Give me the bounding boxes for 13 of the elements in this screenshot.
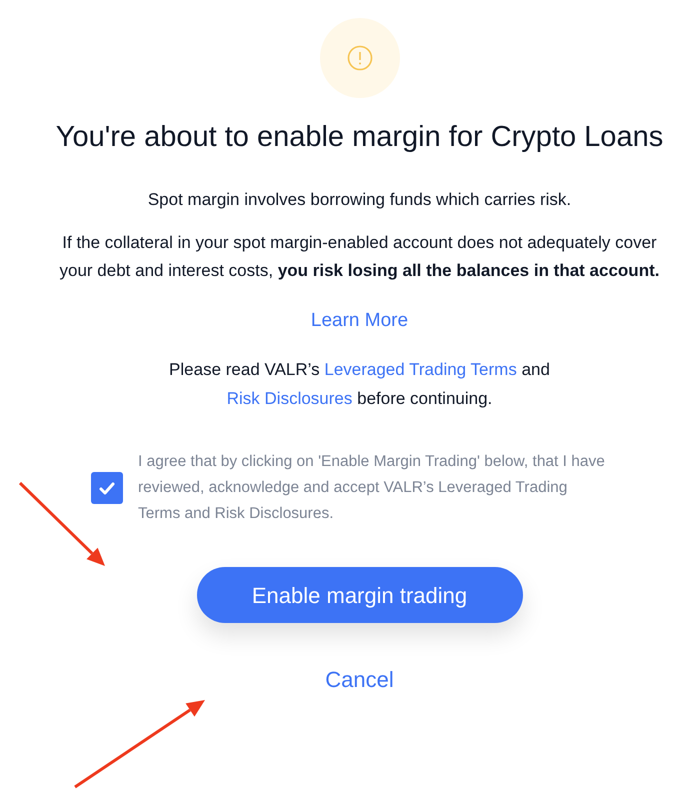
warning-icon [346, 45, 372, 71]
enable-margin-button[interactable]: Enable margin trading [196, 567, 522, 623]
risk-detail: If the collateral in your spot margin-enabled account does not adequately cover your debt and interest costs, you risk losing all the balances in that account. [60, 232, 660, 282]
terms-link[interactable]: Leveraged Trading Terms [324, 360, 517, 379]
disclosures-link[interactable]: Risk Disclosures [226, 389, 352, 408]
dialog-title: You're about to enable margin for Crypto Loans [54, 120, 664, 155]
learn-more-link[interactable]: Learn More [310, 306, 408, 335]
agree-checkbox[interactable] [91, 472, 123, 504]
terms-notice: Please read VALR’s Leveraged Trading Terms and Risk Disclosures before continuing. [168, 359, 551, 410]
cancel-link[interactable]: Cancel [325, 663, 394, 696]
check-icon [99, 482, 115, 494]
risk-intro: Spot margin involves borrowing funds which carries risk. [148, 189, 572, 211]
agreement-text: I agree that by clicking on 'Enable Margin Trading' below, that I have reviewed, acknowledge and accept VALR’s Leveraged Trading Terms and Risk Disclosures. [138, 452, 606, 524]
